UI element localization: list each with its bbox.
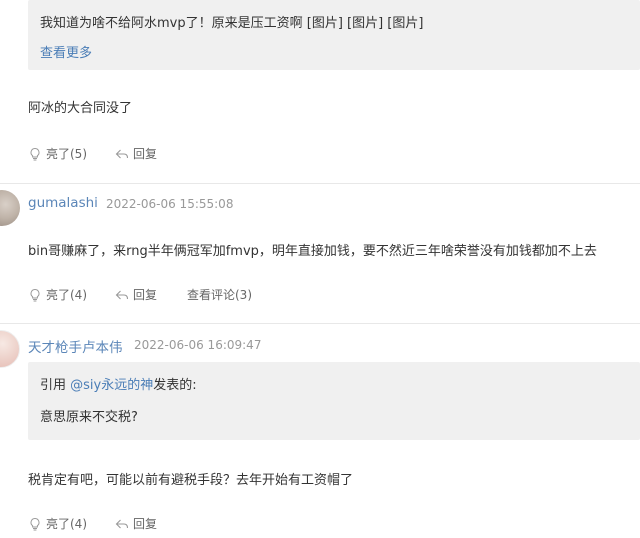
avatar[interactable] xyxy=(0,330,20,368)
reply-arrow-icon xyxy=(115,519,129,528)
reply-label: 回复 xyxy=(133,147,158,161)
view-comments-label: 查看评论(3) xyxy=(187,288,252,302)
like-label: 亮了(4) xyxy=(46,517,87,531)
lightbulb-icon xyxy=(30,517,40,530)
view-comments-button[interactable]: 查看评论(3) xyxy=(187,286,252,303)
post-content: 税肯定有吧，可能以前有避税手段？去年开始有工资帽了 xyxy=(28,473,354,488)
quote-prefix: 引用 xyxy=(40,378,67,393)
reply-arrow-icon xyxy=(115,290,129,299)
reply-label: 回复 xyxy=(133,288,158,302)
avatar[interactable] xyxy=(0,190,20,226)
like-label: 亮了(4) xyxy=(46,288,87,302)
post-time: 2022-06-06 16:09:47 xyxy=(134,338,262,352)
reply-button[interactable]: 回复 xyxy=(115,515,157,532)
divider xyxy=(0,183,640,184)
divider xyxy=(0,323,640,324)
quote-suffix: 发表的: xyxy=(153,378,197,393)
reply-label: 回复 xyxy=(133,517,158,531)
view-more-link[interactable]: 查看更多 xyxy=(40,42,92,61)
quote-block: 我知道为啥不给阿水mvp了！原来是压工资啊 [图片] [图片] [图片] 查看更… xyxy=(28,0,640,70)
like-button[interactable]: 亮了(5) xyxy=(28,145,87,162)
like-button[interactable]: 亮了(4) xyxy=(28,515,87,532)
post-time: 2022-06-06 15:55:08 xyxy=(106,197,234,211)
reply-arrow-icon xyxy=(115,149,129,158)
username-link[interactable]: gumalashi xyxy=(28,195,98,211)
lightbulb-icon xyxy=(30,147,40,160)
post-content: bin哥赚麻了，来rng半年俩冠军加fmvp，明年直接加钱，要不然近三年啥荣誉没… xyxy=(28,244,597,259)
quote-header: 引用 @siy永远的神发表的: xyxy=(40,374,197,393)
like-button[interactable]: 亮了(4) xyxy=(28,286,87,303)
post-content: 阿冰的大合同没了 xyxy=(28,101,133,116)
quote-block: 引用 @siy永远的神发表的: 意思原来不交税? xyxy=(28,362,640,440)
quote-text: 意思原来不交税? xyxy=(40,410,138,425)
reply-button[interactable]: 回复 xyxy=(115,286,157,303)
lightbulb-icon xyxy=(30,288,40,301)
quote-text: 我知道为啥不给阿水mvp了！原来是压工资啊 [图片] [图片] [图片] xyxy=(40,16,424,31)
reply-button[interactable]: 回复 xyxy=(115,145,157,162)
username-link[interactable]: 天才枪手卢本伟 xyxy=(28,336,123,356)
like-label: 亮了(5) xyxy=(46,147,87,161)
quoted-user-link[interactable]: @siy永远的神 xyxy=(70,378,153,393)
